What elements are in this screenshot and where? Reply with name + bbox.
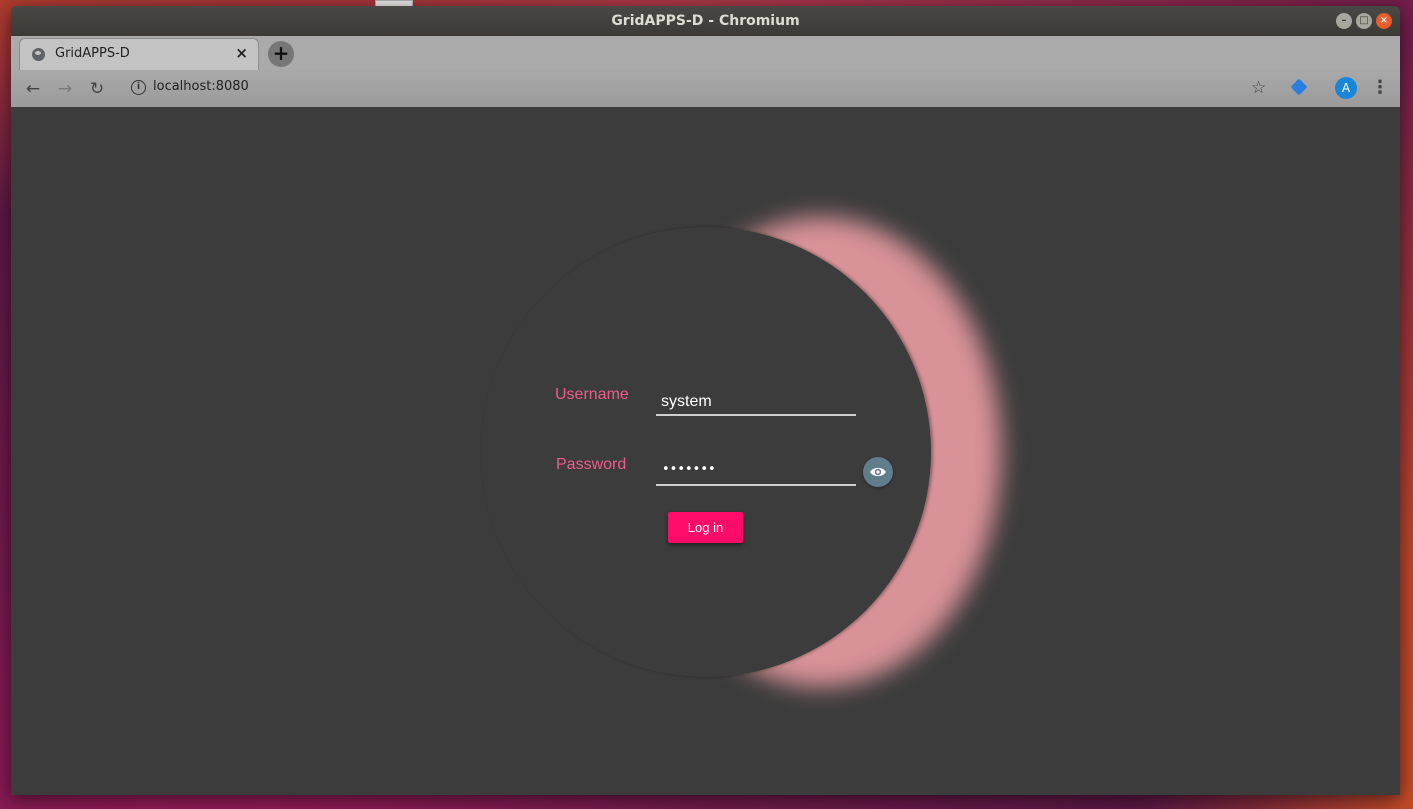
window-titlebar: GridAPPS-D - Chromium – □ × [11, 6, 1400, 36]
eye-icon [870, 467, 886, 477]
globe-icon [32, 48, 45, 61]
back-arrow-icon[interactable]: ← [22, 78, 44, 100]
extension-icon[interactable] [1290, 78, 1308, 96]
password-label: Password [556, 456, 627, 473]
tab-close-icon[interactable]: × [235, 44, 248, 62]
browser-menu-icon[interactable]: ⋮ [1371, 78, 1389, 100]
browser-toolbar: ← → ↻ i localhost:8080 ☆ A ⋮ [11, 70, 1400, 108]
forward-arrow-icon[interactable]: → [54, 78, 76, 100]
browser-window: GridAPPS-D - Chromium – □ × GridAPPS-D ×… [11, 6, 1400, 795]
url-text[interactable]: localhost:8080 [153, 79, 249, 94]
close-window-button[interactable]: × [1376, 13, 1392, 29]
tab-strip: GridAPPS-D × + [11, 36, 1400, 70]
window-title: GridAPPS-D - Chromium [611, 13, 800, 29]
new-tab-button[interactable]: + [268, 41, 294, 67]
username-label: Username [555, 386, 629, 403]
bookmark-star-icon[interactable]: ☆ [1251, 78, 1266, 98]
reload-icon[interactable]: ↻ [86, 78, 108, 100]
profile-avatar[interactable]: A [1335, 77, 1357, 99]
page-content: Username Password ••••••• Log in [11, 107, 1400, 795]
info-icon[interactable]: i [131, 80, 146, 95]
tab-title: GridAPPS-D [55, 46, 130, 61]
show-password-button[interactable] [863, 457, 893, 487]
tab-gridapps-d[interactable]: GridAPPS-D × [19, 38, 259, 70]
login-button[interactable]: Log in [668, 512, 743, 543]
password-masked-value: ••••••• [662, 462, 716, 477]
login-form: Username Password ••••••• Log in [11, 107, 1400, 795]
address-bar[interactable]: i localhost:8080 [121, 75, 1271, 102]
username-input[interactable] [656, 390, 856, 416]
minimize-button[interactable]: – [1336, 13, 1352, 29]
maximize-button[interactable]: □ [1356, 13, 1372, 29]
